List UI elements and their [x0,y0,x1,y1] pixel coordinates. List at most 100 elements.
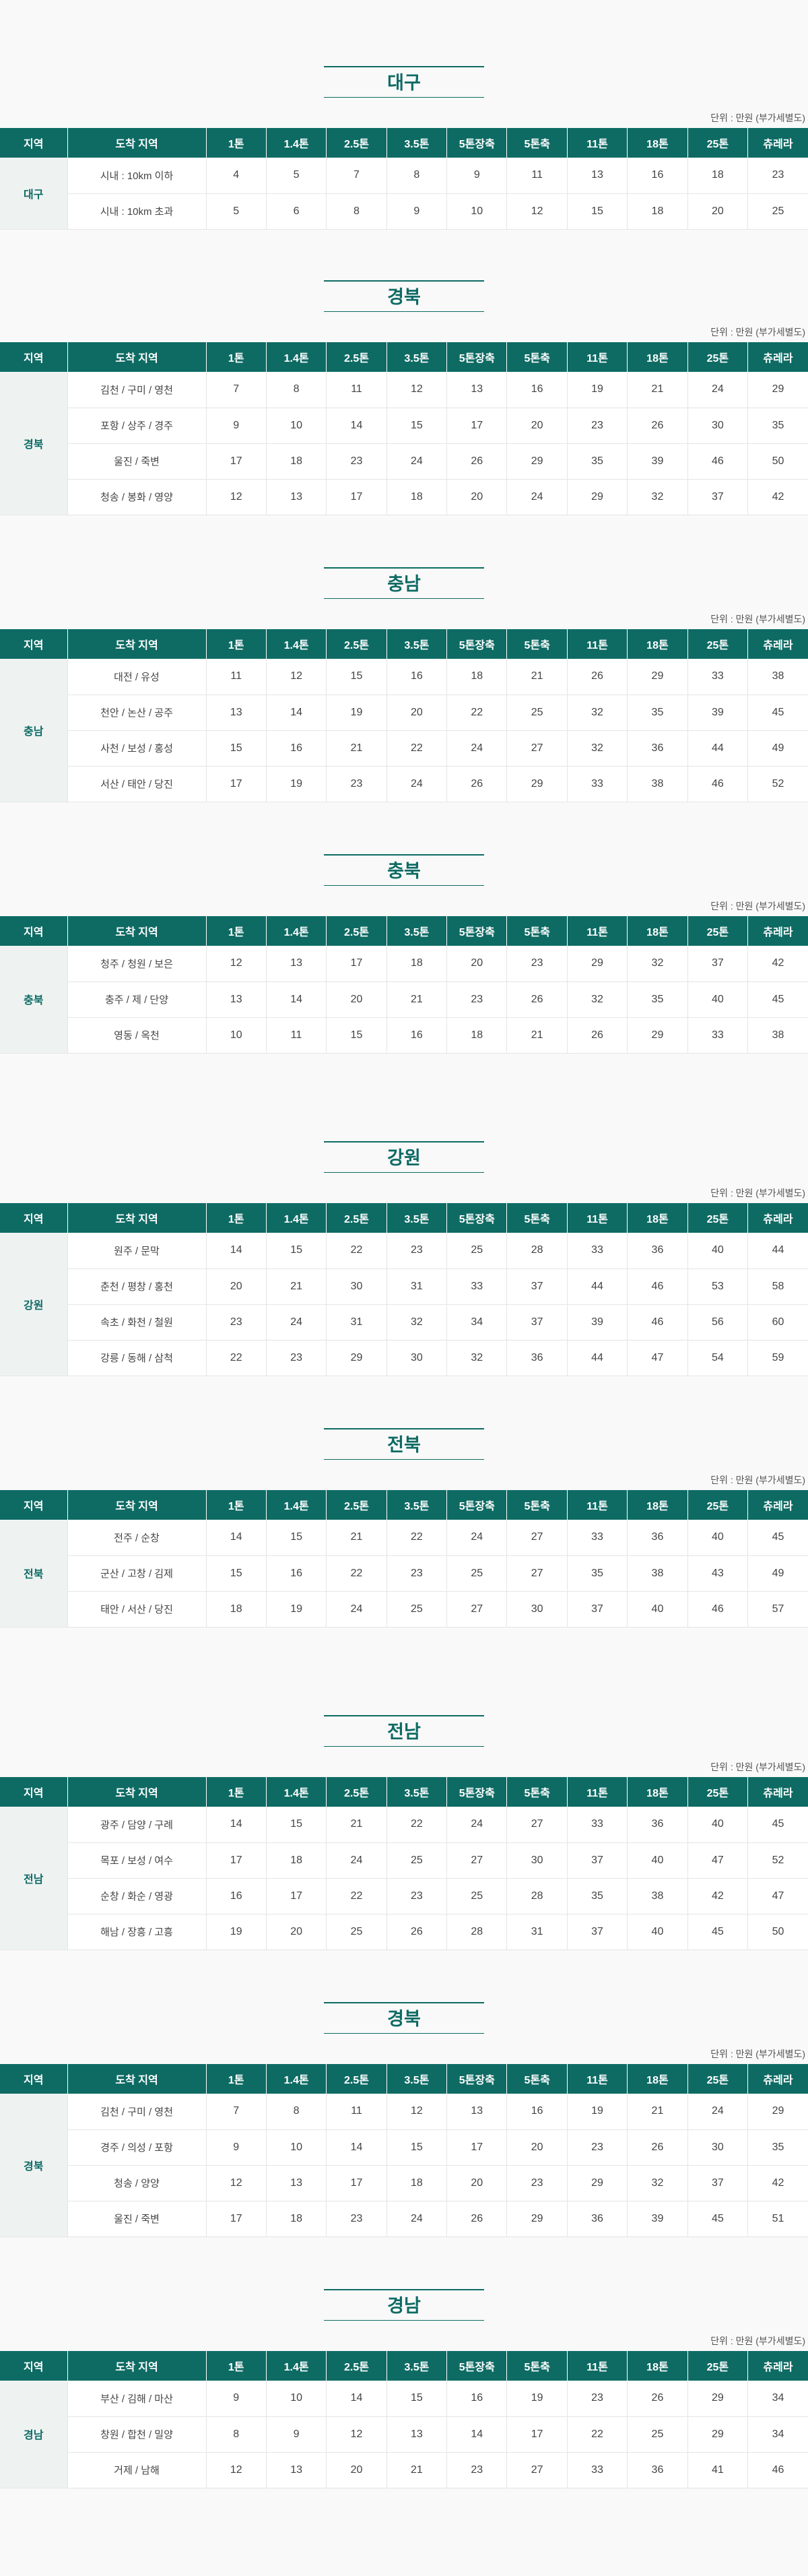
section-title: 전남 [387,1722,421,1742]
section-title-block: 전북 [0,1428,808,1470]
fare-cell: 17 [326,946,387,982]
column-header: 1.4톤 [265,1490,327,1520]
fare-cell: 39 [627,443,688,480]
column-header: 3.5톤 [386,1777,447,1807]
column-header: 3.5톤 [386,342,447,372]
unit-label: 단위 : 만원 (부가세별도) [710,327,805,337]
fare-cell: 14 [326,2381,387,2417]
fare-cell: 12 [205,2165,267,2201]
fare-table: 지역 도착 지역 1톤 1.4톤 2.5톤 3.5톤 5톤장축 5톤축 11톤 18톤 25톤 츄레라… [0,1777,808,1950]
column-header: 25톤 [687,2064,748,2094]
destination-cell: 순창 / 화순 / 영광 [67,1878,207,1914]
fare-cell: 17 [506,2416,568,2453]
fare-cell: 56 [687,1304,748,1341]
fare-cell: 15 [205,1555,267,1592]
title-rule-top [324,1141,484,1142]
fare-cell: 25 [446,1233,507,1269]
column-header: 도착 지역 [67,2064,207,2094]
column-header: 18톤 [627,128,688,158]
section-title-block: 충북 [0,854,808,896]
fare-cell: 34 [446,1304,507,1341]
fare-cell: 20 [446,946,507,982]
fare-cell: 37 [506,1304,568,1341]
fare-cell: 27 [506,2452,568,2488]
fare-cell: 13 [265,2165,327,2201]
fare-cell: 16 [386,659,447,695]
table-row: 경주 / 의성 / 포항 9 10 14 15 17 20 23 26 30 35 [0,2129,808,2166]
table-row: 군산 / 고창 / 김제 15 16 22 23 25 27 35 38 43 49 [0,1555,808,1592]
fare-cell: 45 [747,1807,808,1843]
fare-cell: 22 [386,730,447,767]
fare-page: 대구 단위 : 만원 (부가세별도) 지역 도착 지역 1톤 1.4톤 2.5톤 3.5톤 5톤… [0,0,808,2576]
column-header: 25톤 [687,629,748,659]
fare-cell: 27 [506,730,568,767]
fare-cell: 33 [566,2452,628,2488]
fare-cell: 8 [326,193,387,230]
column-header: 1.4톤 [265,128,327,158]
fare-cell: 7 [205,372,267,408]
fare-cell: 36 [627,1233,688,1269]
fare-cell: 18 [265,1842,327,1879]
fare-cell: 12 [506,193,568,230]
fare-cell: 37 [687,2165,748,2201]
fare-cell: 6 [265,193,327,230]
fare-cell: 54 [687,1340,748,1376]
column-header: 1톤 [205,1203,267,1233]
section-title: 강원 [387,1148,421,1168]
fare-cell: 18 [687,158,748,194]
table-row: 춘천 / 평창 / 홍천 20 21 30 31 33 37 44 46 53 58 [0,1268,808,1305]
fare-cell: 13 [265,2452,327,2488]
fare-cell: 14 [205,1807,267,1843]
fare-cell: 27 [446,1591,507,1628]
fare-cell: 33 [446,1268,507,1305]
fare-cell: 29 [506,2201,568,2237]
unit-label: 단위 : 만원 (부가세별도) [710,1762,805,1772]
fare-section: 전북 단위 : 만원 (부가세별도) 지역 도착 지역 1톤 1.4톤 2.5톤 3.5톤 5톤… [0,1428,808,1715]
fare-cell: 33 [566,1807,628,1843]
fare-cell: 17 [326,479,387,515]
fare-cell: 19 [566,2094,628,2130]
column-header: 1톤 [205,1777,267,1807]
fare-cell: 10 [205,1017,267,1054]
fare-cell: 24 [446,1520,507,1556]
fare-cell: 45 [747,981,808,1018]
fare-cell: 18 [386,946,447,982]
fare-cell: 58 [747,1268,808,1305]
table-row: 청송 / 봉화 / 영양 12 13 17 18 20 24 29 32 37 42 [0,479,808,515]
column-header: 1.4톤 [265,916,327,946]
fare-cell: 20 [386,695,447,731]
fare-cell: 33 [566,1520,628,1556]
destination-cell: 시내 : 10km 초과 [67,193,207,230]
fare-cell: 32 [566,695,628,731]
table-row: 경북 김천 / 구미 / 영천 7 8 11 12 13 16 19 21 24 29 [0,372,808,515]
fare-cell: 21 [386,2452,447,2488]
fare-cell: 16 [506,372,568,408]
fare-cell: 20 [506,2129,568,2166]
column-header: 18톤 [627,916,688,946]
column-header: 11톤 [566,2351,628,2381]
fare-cell: 29 [566,2165,628,2201]
fare-cell: 8 [205,2416,267,2453]
fare-cell: 13 [265,946,327,982]
destination-cell: 사천 / 보성 / 홍성 [67,730,207,767]
fare-cell: 29 [747,2094,808,2130]
column-header: 1톤 [205,2064,267,2094]
fare-cell: 37 [566,1591,628,1628]
fare-cell: 22 [326,1878,387,1914]
fare-cell: 9 [265,2416,327,2453]
fare-cell: 21 [506,1017,568,1054]
fare-cell: 17 [446,408,507,444]
fare-cell: 51 [747,2201,808,2237]
title-rule-bottom [324,598,484,599]
fare-cell: 24 [446,1807,507,1843]
destination-cell: 시내 : 10km 이하 [67,158,207,194]
destination-cell: 창원 / 합천 / 밀양 [67,2416,207,2453]
fare-cell: 60 [747,1304,808,1341]
fare-cell: 9 [205,2381,267,2417]
fare-cell: 26 [627,408,688,444]
column-header: 11톤 [566,128,628,158]
fare-cell: 20 [446,2165,507,2201]
fare-cell: 31 [326,1304,387,1341]
column-header: 3.5톤 [386,629,447,659]
fare-cell: 11 [506,158,568,194]
